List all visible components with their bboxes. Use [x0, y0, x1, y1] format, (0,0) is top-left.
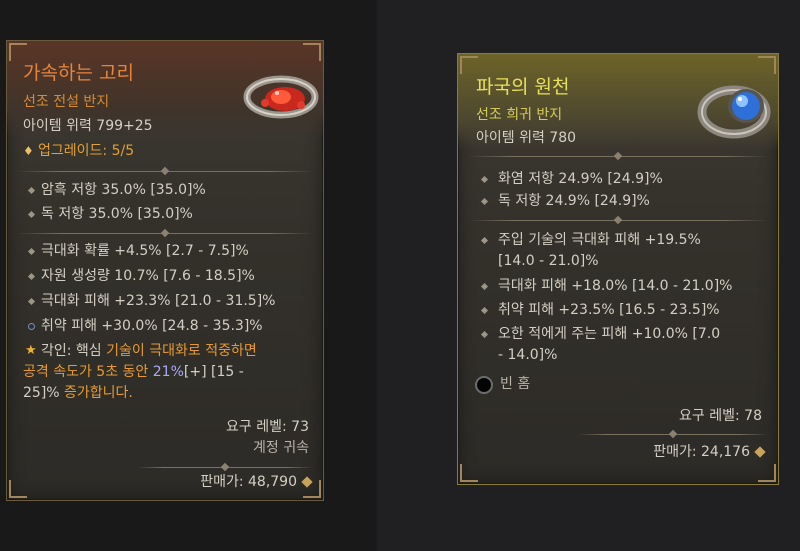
- upgrade-count: 업그레이드: 5/5: [38, 143, 135, 159]
- aspect-highlight: 공격 속도가 5초 동안: [23, 364, 153, 380]
- frame-corner: [758, 56, 776, 74]
- frame-corner: [460, 464, 478, 482]
- bullet-icon: [480, 197, 489, 206]
- required-level: 요구 레벨: 73: [226, 419, 309, 435]
- affix-line-cont: - 14.0]%: [498, 347, 558, 363]
- tooltip-right: 파국의 원천 선조 희귀 반지 아이템 위력 780 화염 저항 24.9% […: [457, 53, 779, 485]
- ring-icon: [243, 75, 319, 119]
- binding-text: 계정 귀속: [253, 440, 309, 456]
- implicit-line: 독 저항 35.0% [35.0]%: [41, 206, 193, 222]
- bullet-icon: [27, 186, 36, 195]
- divider: [17, 166, 313, 176]
- bullet-icon: [480, 330, 489, 339]
- affix-line: 극대화 피해 +23.3% [21.0 - 31.5]%: [41, 293, 276, 309]
- item-type: 선조 희귀 반지: [476, 107, 563, 123]
- aspect-range: [+] [15 -: [183, 364, 244, 380]
- implicit-line: 암흑 저항 35.0% [35.0]%: [41, 182, 206, 198]
- aspect-highlight: 기술이 극대화로 적중하면: [106, 343, 257, 359]
- frame-corner: [9, 480, 27, 498]
- affix-line: 주입 기술의 극대화 피해 +19.5%: [498, 232, 701, 248]
- aspect-range: 25]%: [23, 385, 65, 401]
- sell-price: 판매가: 24,176: [653, 444, 750, 460]
- item-power: 아이템 위력 780: [476, 130, 577, 146]
- bullet-icon: [480, 236, 489, 245]
- item-type: 선조 전설 반지: [23, 94, 110, 110]
- frame-corner: [460, 56, 478, 74]
- required-level: 요구 레벨: 78: [679, 408, 762, 424]
- frame-corner: [758, 464, 776, 482]
- affix-line: 자원 생성량 10.7% [7.6 - 18.5]%: [41, 268, 255, 284]
- bullet-icon: [480, 306, 489, 315]
- diamond-icon: ♦: [23, 144, 34, 158]
- divider: [468, 215, 768, 225]
- divider: [17, 228, 313, 238]
- aspect-line-2: 공격 속도가 5초 동안 21%[+] [15 -: [23, 362, 244, 382]
- affix-line: 오한 적에게 주는 피해 +10.0% [7.0: [498, 326, 721, 342]
- aspect-prefix: 각인: 핵심: [41, 343, 107, 359]
- aspect-value: 21%: [152, 364, 184, 380]
- item-power: 아이템 위력 799+25: [23, 118, 153, 134]
- star-icon: ★: [25, 343, 37, 358]
- implicit-line: 화염 저항 24.9% [24.9]%: [498, 171, 663, 187]
- affix-line-cont: [14.0 - 21.0]%: [498, 253, 599, 269]
- item-name: 파국의 원천: [476, 76, 570, 98]
- bullet-icon: [27, 272, 36, 281]
- bullet-icon: [27, 210, 36, 219]
- tooltip-left: 가속하는 고리 선조 전설 반지 아이템 위력 799+25 ♦ 업그레이드: …: [6, 40, 324, 501]
- aspect-line-3: 25]% 증가합니다.: [23, 383, 133, 403]
- sell-price: 판매가: 48,790: [200, 474, 297, 490]
- implicit-line: 독 저항 24.9% [24.9]%: [498, 193, 650, 209]
- bullet-ring-icon: [28, 323, 35, 330]
- divider: [468, 151, 768, 161]
- socket-icon: [475, 376, 493, 394]
- gold-coin-icon: [754, 446, 766, 458]
- affix-line: 취약 피해 +23.5% [16.5 - 23.5]%: [498, 302, 720, 318]
- bullet-icon: [27, 247, 36, 256]
- bullet-icon: [480, 282, 489, 291]
- ring-icon: [697, 85, 771, 139]
- aspect-highlight: 증가합니다.: [64, 385, 133, 401]
- frame-corner: [303, 43, 321, 61]
- frame-corner: [9, 43, 27, 61]
- bullet-icon: [480, 175, 489, 184]
- item-name: 가속하는 고리: [23, 62, 134, 84]
- affix-line: 극대화 피해 +18.0% [14.0 - 21.0]%: [498, 278, 733, 294]
- affix-line: 취약 피해 +30.0% [24.8 - 35.3]%: [41, 318, 263, 334]
- aspect-line-1: 각인: 핵심 기술이 극대화로 적중하면: [41, 341, 257, 361]
- socket-label: 빈 홈: [500, 376, 531, 392]
- affix-line: 극대화 확률 +4.5% [2.7 - 7.5]%: [41, 243, 249, 259]
- divider: [578, 429, 768, 439]
- divider: [137, 462, 313, 472]
- bullet-icon: [27, 297, 36, 306]
